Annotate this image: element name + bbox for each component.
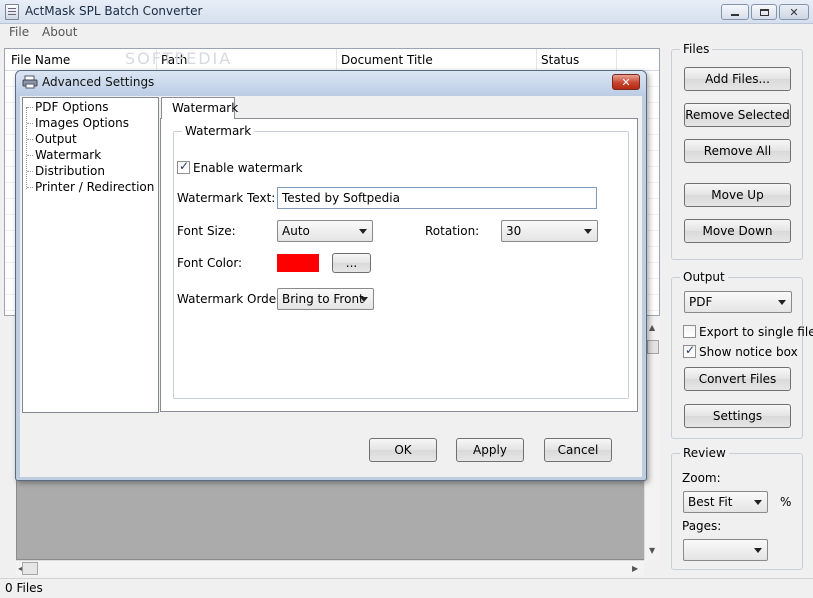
file-list-header: File Name Path Document Title Status — [5, 49, 659, 71]
menu-bar: File About — [0, 24, 813, 42]
minimize-button[interactable] — [721, 4, 749, 20]
watermark-order-select[interactable]: Bring to Front — [277, 288, 374, 310]
remove-all-button[interactable]: Remove All — [684, 139, 791, 163]
printer-icon — [22, 75, 38, 89]
move-down-button[interactable]: Move Down — [684, 219, 791, 243]
dialog-close-button[interactable]: ✕ — [612, 74, 640, 90]
rotation-select[interactable]: 30 — [501, 220, 598, 242]
close-button[interactable]: ✕ — [779, 4, 809, 20]
title-bar: ActMask SPL Batch Converter ✕ — [0, 0, 813, 24]
font-size-label: Font Size: — [177, 224, 236, 238]
tree-item-output[interactable]: Output — [27, 132, 77, 146]
show-notice-label[interactable]: Show notice box — [699, 345, 798, 359]
status-bar: 0 Files — [0, 578, 813, 598]
column-file-name[interactable]: File Name — [11, 53, 70, 67]
chevron-down-icon — [360, 297, 368, 302]
tree-item-pdf-options[interactable]: PDF Options — [27, 100, 109, 114]
menu-about[interactable]: About — [42, 25, 77, 39]
horizontal-scrollbar[interactable]: ◀ ▶ — [16, 560, 644, 576]
close-icon: ✕ — [789, 5, 799, 19]
watermark-order-value: Bring to Front — [282, 292, 364, 306]
chevron-down-icon — [359, 229, 367, 234]
add-files-button[interactable]: Add Files... — [684, 67, 791, 91]
minimize-icon — [731, 14, 739, 16]
convert-files-button[interactable]: Convert Files — [684, 367, 791, 391]
output-format-select[interactable]: PDF — [684, 291, 792, 313]
scroll-down-icon[interactable]: ▼ — [649, 546, 655, 555]
advanced-settings-dialog: Advanced Settings ✕ PDF Options Images O… — [15, 70, 647, 481]
column-document-title[interactable]: Document Title — [341, 53, 433, 67]
watermark-text-input[interactable]: Tested by Softpedia — [277, 187, 597, 209]
pages-select[interactable] — [683, 539, 768, 561]
enable-watermark-label[interactable]: Enable watermark — [193, 161, 303, 175]
ok-button[interactable]: OK — [369, 438, 437, 462]
export-single-label[interactable]: Export to single file — [699, 325, 813, 339]
tree-item-watermark[interactable]: Watermark — [26, 148, 101, 162]
chevron-down-icon — [754, 548, 762, 553]
app-icon — [5, 4, 19, 20]
chevron-down-icon — [584, 229, 592, 234]
maximize-button[interactable] — [751, 4, 777, 20]
settings-tree[interactable]: PDF Options Images Options Output Waterm… — [22, 97, 159, 413]
watermark-group: Watermark Enable watermark Watermark Tex… — [173, 124, 629, 399]
scroll-right-icon[interactable]: ▶ — [632, 564, 638, 573]
settings-button[interactable]: Settings — [684, 404, 791, 428]
column-divider — [616, 49, 617, 71]
zoom-label: Zoom: — [682, 471, 721, 485]
vertical-scroll-thumb[interactable] — [647, 340, 659, 354]
output-group-title: Output — [680, 270, 728, 284]
watermark-group-title: Watermark — [182, 124, 255, 138]
rotation-value: 30 — [506, 224, 522, 238]
review-group-title: Review — [680, 446, 729, 460]
chevron-down-icon — [778, 300, 786, 305]
chevron-down-icon — [754, 500, 762, 505]
dialog-body: PDF Options Images Options Output Waterm… — [20, 96, 642, 477]
output-format-value: PDF — [689, 295, 713, 309]
tree-item-printer-redirection[interactable]: Printer / Redirection — [26, 180, 154, 194]
menu-file[interactable]: File — [9, 25, 29, 39]
zoom-select[interactable]: Best Fit — [683, 491, 768, 513]
enable-watermark-checkbox[interactable] — [177, 159, 190, 174]
pages-label: Pages: — [682, 519, 722, 533]
zoom-value: Best Fit — [688, 495, 733, 509]
column-divider — [336, 49, 337, 71]
horizontal-scroll-thumb[interactable] — [22, 562, 38, 575]
move-up-button[interactable]: Move Up — [684, 183, 791, 207]
show-notice-checkbox[interactable] — [683, 343, 696, 358]
font-color-label: Font Color: — [177, 256, 243, 270]
dialog-title: Advanced Settings — [42, 75, 155, 89]
files-group-title: Files — [680, 42, 713, 56]
maximize-icon — [759, 8, 769, 16]
export-single-checkbox[interactable] — [683, 325, 696, 338]
column-status[interactable]: Status — [541, 53, 579, 67]
font-color-swatch[interactable] — [277, 254, 319, 272]
scroll-up-icon[interactable]: ▲ — [649, 323, 655, 332]
remove-selected-button[interactable]: Remove Selected — [684, 103, 791, 127]
zoom-percent-label: % — [780, 495, 792, 509]
watermark-tab-panel: Watermark Enable watermark Watermark Tex… — [160, 118, 638, 412]
softpedia-watermark: SOFTPEDIA — [125, 49, 233, 68]
window-title: ActMask SPL Batch Converter — [25, 4, 203, 18]
tab-watermark[interactable]: Watermark — [161, 97, 238, 119]
file-count: 0 Files — [5, 581, 43, 595]
color-picker-button[interactable]: ... — [332, 253, 371, 273]
column-divider — [536, 49, 537, 71]
cancel-button[interactable]: Cancel — [544, 438, 612, 462]
close-icon: ✕ — [621, 75, 631, 89]
watermark-text-label: Watermark Text: — [177, 191, 276, 205]
tree-item-distribution[interactable]: Distribution — [26, 164, 105, 178]
dialog-title-bar[interactable]: Advanced Settings ✕ — [16, 71, 646, 95]
font-size-select[interactable]: Auto — [277, 220, 373, 242]
rotation-label: Rotation: — [425, 224, 480, 238]
font-size-value: Auto — [282, 224, 310, 238]
tree-item-images-options[interactable]: Images Options — [27, 116, 129, 130]
watermark-order-label: Watermark Order: — [177, 292, 285, 306]
apply-button[interactable]: Apply — [456, 438, 524, 462]
tree-line — [26, 107, 27, 189]
